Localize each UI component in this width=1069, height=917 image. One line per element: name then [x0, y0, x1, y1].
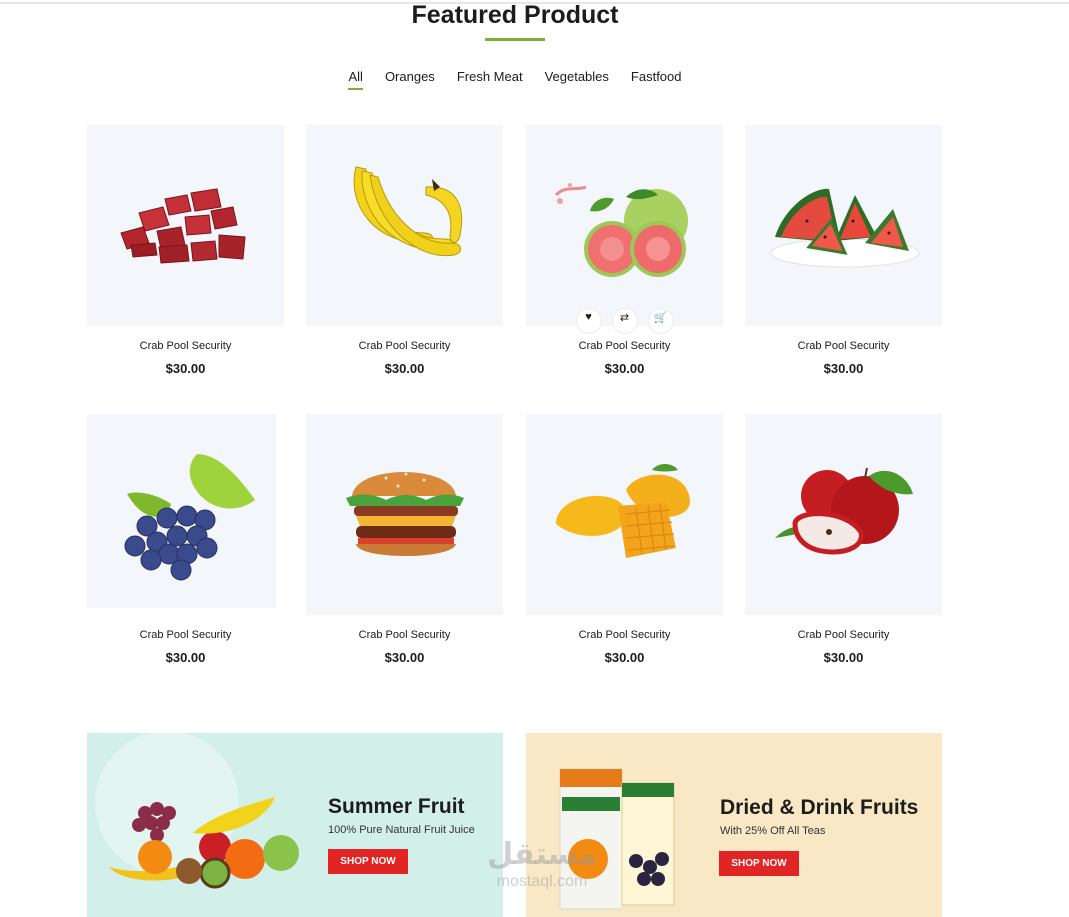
- shop-now-button[interactable]: SHOP NOW: [719, 851, 799, 876]
- product-image-grapes[interactable]: [87, 414, 276, 608]
- filter-tab-fastfood[interactable]: Fastfood: [631, 69, 682, 89]
- product-price: $30.00: [604, 361, 645, 376]
- filter-tab-fresh-meat[interactable]: Fresh Meat: [457, 69, 523, 89]
- product-card[interactable]: Crab Pool Security $30.00: [87, 414, 284, 666]
- product-card[interactable]: ♥ ⇄ 🛒 Crab Pool Security $30.00: [526, 125, 723, 377]
- watermark: مستقل mostaql.com: [472, 838, 612, 892]
- product-card[interactable]: Crab Pool Security $30.00: [745, 125, 942, 377]
- product-price: $30.00: [604, 650, 645, 665]
- retweet-icon[interactable]: ⇄: [611, 308, 638, 334]
- filter-tab-all[interactable]: All: [348, 69, 364, 90]
- product-hover-actions: ♥ ⇄ 🛒: [526, 308, 723, 334]
- product-image-apples[interactable]: [745, 414, 942, 615]
- product-name[interactable]: Crab Pool Security: [526, 339, 723, 353]
- product-name[interactable]: Crab Pool Security: [745, 339, 942, 353]
- title-underline: [485, 38, 545, 41]
- product-price: $30.00: [823, 650, 864, 665]
- section-title: Featured Product: [411, 1, 619, 29]
- cart-icon[interactable]: 🛒: [647, 308, 674, 334]
- filter-tab-vegetables[interactable]: Vegetables: [545, 69, 609, 89]
- product-image-guava[interactable]: ♥ ⇄ 🛒: [526, 125, 723, 334]
- product-price: $30.00: [384, 361, 425, 376]
- banner-title: Dried & Drink Fruits: [720, 796, 919, 819]
- product-price: $30.00: [823, 361, 864, 376]
- product-image-mango[interactable]: [526, 414, 723, 615]
- filter-tabs: All Oranges Fresh Meat Vegetables Fastfo…: [0, 69, 1030, 90]
- banner-subtitle: With 25% Off All Teas: [720, 825, 826, 837]
- product-image-watermelon[interactable]: [745, 125, 942, 326]
- banner-subtitle: 100% Pure Natural Fruit Juice: [328, 824, 475, 836]
- product-card[interactable]: Crab Pool Security $30.00: [745, 414, 942, 666]
- product-name[interactable]: Crab Pool Security: [526, 628, 723, 642]
- product-card[interactable]: Crab Pool Security $30.00: [306, 414, 503, 666]
- product-name[interactable]: Crab Pool Security: [306, 339, 503, 353]
- product-name[interactable]: Crab Pool Security: [306, 628, 503, 642]
- product-price: $30.00: [165, 361, 206, 376]
- product-name[interactable]: Crab Pool Security: [745, 628, 942, 642]
- watermark-arabic: مستقل: [487, 837, 597, 872]
- banner-title: Summer Fruit: [328, 795, 465, 818]
- heart-icon[interactable]: ♥: [575, 308, 602, 334]
- product-price: $30.00: [165, 650, 206, 665]
- product-image-meat[interactable]: [87, 125, 284, 326]
- shop-now-button[interactable]: SHOP NOW: [328, 849, 408, 874]
- product-name[interactable]: Crab Pool Security: [87, 628, 284, 642]
- product-card[interactable]: Crab Pool Security $30.00: [526, 414, 723, 666]
- filter-tab-oranges[interactable]: Oranges: [385, 69, 435, 89]
- product-card[interactable]: Crab Pool Security $30.00: [306, 125, 503, 377]
- watermark-latin: mostaql.com: [496, 873, 588, 890]
- banner-summer-fruit[interactable]: Summer Fruit 100% Pure Natural Fruit Jui…: [87, 733, 503, 917]
- product-image-bananas[interactable]: [306, 125, 503, 326]
- product-price: $30.00: [384, 650, 425, 665]
- product-card[interactable]: Crab Pool Security $30.00: [87, 125, 284, 377]
- product-name[interactable]: Crab Pool Security: [87, 339, 284, 353]
- product-image-burger[interactable]: [306, 414, 503, 615]
